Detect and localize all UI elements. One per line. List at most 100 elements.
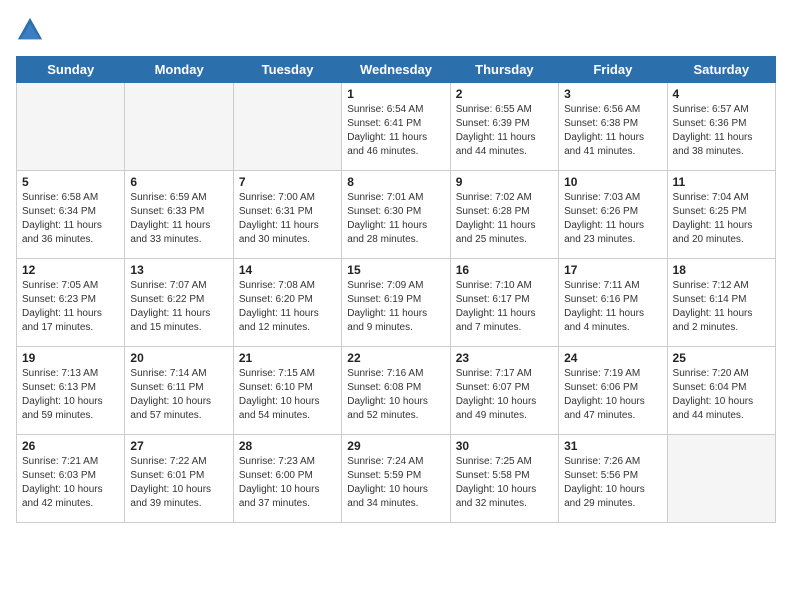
weekday-header-sunday: Sunday bbox=[17, 57, 125, 83]
cell-info: Sunrise: 7:02 AM Sunset: 6:28 PM Dayligh… bbox=[456, 191, 553, 247]
calendar-cell: 29 Sunrise: 7:24 AM Sunset: 5:59 PM Dayli… bbox=[342, 435, 450, 523]
cell-info: Sunrise: 7:21 AM Sunset: 6:03 PM Dayligh… bbox=[22, 455, 119, 511]
calendar-cell: 22 Sunrise: 7:16 AM Sunset: 6:08 PM Dayli… bbox=[342, 347, 450, 435]
day-number: 21 bbox=[239, 351, 336, 365]
cell-info: Sunrise: 7:03 AM Sunset: 6:26 PM Dayligh… bbox=[564, 191, 661, 247]
calendar-cell: 11Sunrise: 7:04 AM Sunset: 6:25 PM Dayli… bbox=[667, 171, 775, 259]
calendar-week-5: 26 Sunrise: 7:21 AM Sunset: 6:03 PM Dayli… bbox=[17, 435, 776, 523]
calendar-cell: 24Sunrise: 7:19 AM Sunset: 6:06 PM Dayli… bbox=[559, 347, 667, 435]
day-number: 27 bbox=[130, 439, 227, 453]
day-number: 10 bbox=[564, 175, 661, 189]
cell-info: Sunrise: 7:23 AM Sunset: 6:00 PM Dayligh… bbox=[239, 455, 336, 511]
calendar-cell: 13 Sunrise: 7:07 AM Sunset: 6:22 PM Dayli… bbox=[125, 259, 233, 347]
calendar-cell: 28Sunrise: 7:23 AM Sunset: 6:00 PM Dayli… bbox=[233, 435, 341, 523]
calendar-cell: 23 Sunrise: 7:17 AM Sunset: 6:07 PM Dayli… bbox=[450, 347, 558, 435]
calendar-cell: 26 Sunrise: 7:21 AM Sunset: 6:03 PM Dayli… bbox=[17, 435, 125, 523]
logo-icon bbox=[16, 16, 44, 44]
cell-info: Sunrise: 7:08 AM Sunset: 6:20 PM Dayligh… bbox=[239, 279, 336, 335]
day-number: 14 bbox=[239, 263, 336, 277]
calendar-cell: 12 Sunrise: 7:05 AM Sunset: 6:23 PM Dayli… bbox=[17, 259, 125, 347]
cell-info: Sunrise: 7:26 AM Sunset: 5:56 PM Dayligh… bbox=[564, 455, 661, 511]
day-number: 19 bbox=[22, 351, 119, 365]
calendar-cell: 8 Sunrise: 7:01 AM Sunset: 6:30 PM Daylig… bbox=[342, 171, 450, 259]
cell-info: Sunrise: 7:05 AM Sunset: 6:23 PM Dayligh… bbox=[22, 279, 119, 335]
cell-info: Sunrise: 7:16 AM Sunset: 6:08 PM Dayligh… bbox=[347, 367, 444, 423]
cell-info: Sunrise: 7:22 AM Sunset: 6:01 PM Dayligh… bbox=[130, 455, 227, 511]
calendar-cell: 19 Sunrise: 7:13 AM Sunset: 6:13 PM Dayli… bbox=[17, 347, 125, 435]
day-number: 1 bbox=[347, 87, 444, 101]
day-number: 4 bbox=[673, 87, 770, 101]
calendar-cell: 9 Sunrise: 7:02 AM Sunset: 6:28 PM Daylig… bbox=[450, 171, 558, 259]
weekday-header-monday: Monday bbox=[125, 57, 233, 83]
day-number: 6 bbox=[130, 175, 227, 189]
calendar-cell: 25Sunrise: 7:20 AM Sunset: 6:04 PM Dayli… bbox=[667, 347, 775, 435]
day-number: 18 bbox=[673, 263, 770, 277]
calendar-week-1: 1 Sunrise: 6:54 AM Sunset: 6:41 PM Daylig… bbox=[17, 83, 776, 171]
calendar-cell bbox=[125, 83, 233, 171]
page-header bbox=[16, 16, 776, 44]
calendar-body: 1 Sunrise: 6:54 AM Sunset: 6:41 PM Daylig… bbox=[17, 83, 776, 523]
day-number: 7 bbox=[239, 175, 336, 189]
cell-info: Sunrise: 6:54 AM Sunset: 6:41 PM Dayligh… bbox=[347, 103, 444, 159]
calendar-cell: 7 Sunrise: 7:00 AM Sunset: 6:31 PM Daylig… bbox=[233, 171, 341, 259]
calendar-cell: 5Sunrise: 6:58 AM Sunset: 6:34 PM Daylig… bbox=[17, 171, 125, 259]
calendar-cell: 4 Sunrise: 6:57 AM Sunset: 6:36 PM Daylig… bbox=[667, 83, 775, 171]
calendar-cell: 27 Sunrise: 7:22 AM Sunset: 6:01 PM Dayli… bbox=[125, 435, 233, 523]
calendar-cell: 2 Sunrise: 6:55 AM Sunset: 6:39 PM Daylig… bbox=[450, 83, 558, 171]
day-number: 12 bbox=[22, 263, 119, 277]
cell-info: Sunrise: 7:01 AM Sunset: 6:30 PM Dayligh… bbox=[347, 191, 444, 247]
cell-info: Sunrise: 7:00 AM Sunset: 6:31 PM Dayligh… bbox=[239, 191, 336, 247]
day-number: 3 bbox=[564, 87, 661, 101]
weekday-header-wednesday: Wednesday bbox=[342, 57, 450, 83]
day-number: 17 bbox=[564, 263, 661, 277]
calendar-week-4: 19 Sunrise: 7:13 AM Sunset: 6:13 PM Dayli… bbox=[17, 347, 776, 435]
calendar-cell: 21 Sunrise: 7:15 AM Sunset: 6:10 PM Dayli… bbox=[233, 347, 341, 435]
weekday-header-thursday: Thursday bbox=[450, 57, 558, 83]
cell-info: Sunrise: 6:55 AM Sunset: 6:39 PM Dayligh… bbox=[456, 103, 553, 159]
day-number: 9 bbox=[456, 175, 553, 189]
calendar-cell: 16Sunrise: 7:10 AM Sunset: 6:17 PM Dayli… bbox=[450, 259, 558, 347]
calendar-cell: 31 Sunrise: 7:26 AM Sunset: 5:56 PM Dayli… bbox=[559, 435, 667, 523]
cell-info: Sunrise: 7:15 AM Sunset: 6:10 PM Dayligh… bbox=[239, 367, 336, 423]
cell-info: Sunrise: 7:13 AM Sunset: 6:13 PM Dayligh… bbox=[22, 367, 119, 423]
day-number: 20 bbox=[130, 351, 227, 365]
cell-info: Sunrise: 6:56 AM Sunset: 6:38 PM Dayligh… bbox=[564, 103, 661, 159]
day-number: 11 bbox=[673, 175, 770, 189]
cell-info: Sunrise: 7:24 AM Sunset: 5:59 PM Dayligh… bbox=[347, 455, 444, 511]
calendar-cell: 30Sunrise: 7:25 AM Sunset: 5:58 PM Dayli… bbox=[450, 435, 558, 523]
cell-info: Sunrise: 7:09 AM Sunset: 6:19 PM Dayligh… bbox=[347, 279, 444, 335]
day-number: 2 bbox=[456, 87, 553, 101]
cell-info: Sunrise: 6:59 AM Sunset: 6:33 PM Dayligh… bbox=[130, 191, 227, 247]
day-number: 13 bbox=[130, 263, 227, 277]
cell-info: Sunrise: 7:11 AM Sunset: 6:16 PM Dayligh… bbox=[564, 279, 661, 335]
calendar-table: SundayMondayTuesdayWednesdayThursdayFrid… bbox=[16, 56, 776, 523]
calendar-cell bbox=[233, 83, 341, 171]
logo bbox=[16, 16, 48, 44]
day-number: 8 bbox=[347, 175, 444, 189]
cell-info: Sunrise: 7:12 AM Sunset: 6:14 PM Dayligh… bbox=[673, 279, 770, 335]
cell-info: Sunrise: 6:57 AM Sunset: 6:36 PM Dayligh… bbox=[673, 103, 770, 159]
calendar-cell: 15Sunrise: 7:09 AM Sunset: 6:19 PM Dayli… bbox=[342, 259, 450, 347]
day-number: 23 bbox=[456, 351, 553, 365]
calendar-cell bbox=[17, 83, 125, 171]
calendar-cell bbox=[667, 435, 775, 523]
day-number: 22 bbox=[347, 351, 444, 365]
calendar-cell: 20 Sunrise: 7:14 AM Sunset: 6:11 PM Dayli… bbox=[125, 347, 233, 435]
calendar-cell: 3 Sunrise: 6:56 AM Sunset: 6:38 PM Daylig… bbox=[559, 83, 667, 171]
calendar-cell: 18 Sunrise: 7:12 AM Sunset: 6:14 PM Dayli… bbox=[667, 259, 775, 347]
day-number: 30 bbox=[456, 439, 553, 453]
day-number: 31 bbox=[564, 439, 661, 453]
day-number: 29 bbox=[347, 439, 444, 453]
cell-info: Sunrise: 7:17 AM Sunset: 6:07 PM Dayligh… bbox=[456, 367, 553, 423]
calendar-cell: 17 Sunrise: 7:11 AM Sunset: 6:16 PM Dayli… bbox=[559, 259, 667, 347]
weekday-header-friday: Friday bbox=[559, 57, 667, 83]
weekday-header-row: SundayMondayTuesdayWednesdayThursdayFrid… bbox=[17, 57, 776, 83]
calendar-cell: 10 Sunrise: 7:03 AM Sunset: 6:26 PM Dayli… bbox=[559, 171, 667, 259]
day-number: 24 bbox=[564, 351, 661, 365]
day-number: 25 bbox=[673, 351, 770, 365]
cell-info: Sunrise: 7:10 AM Sunset: 6:17 PM Dayligh… bbox=[456, 279, 553, 335]
weekday-header-tuesday: Tuesday bbox=[233, 57, 341, 83]
cell-info: Sunrise: 7:07 AM Sunset: 6:22 PM Dayligh… bbox=[130, 279, 227, 335]
cell-info: Sunrise: 7:14 AM Sunset: 6:11 PM Dayligh… bbox=[130, 367, 227, 423]
day-number: 26 bbox=[22, 439, 119, 453]
